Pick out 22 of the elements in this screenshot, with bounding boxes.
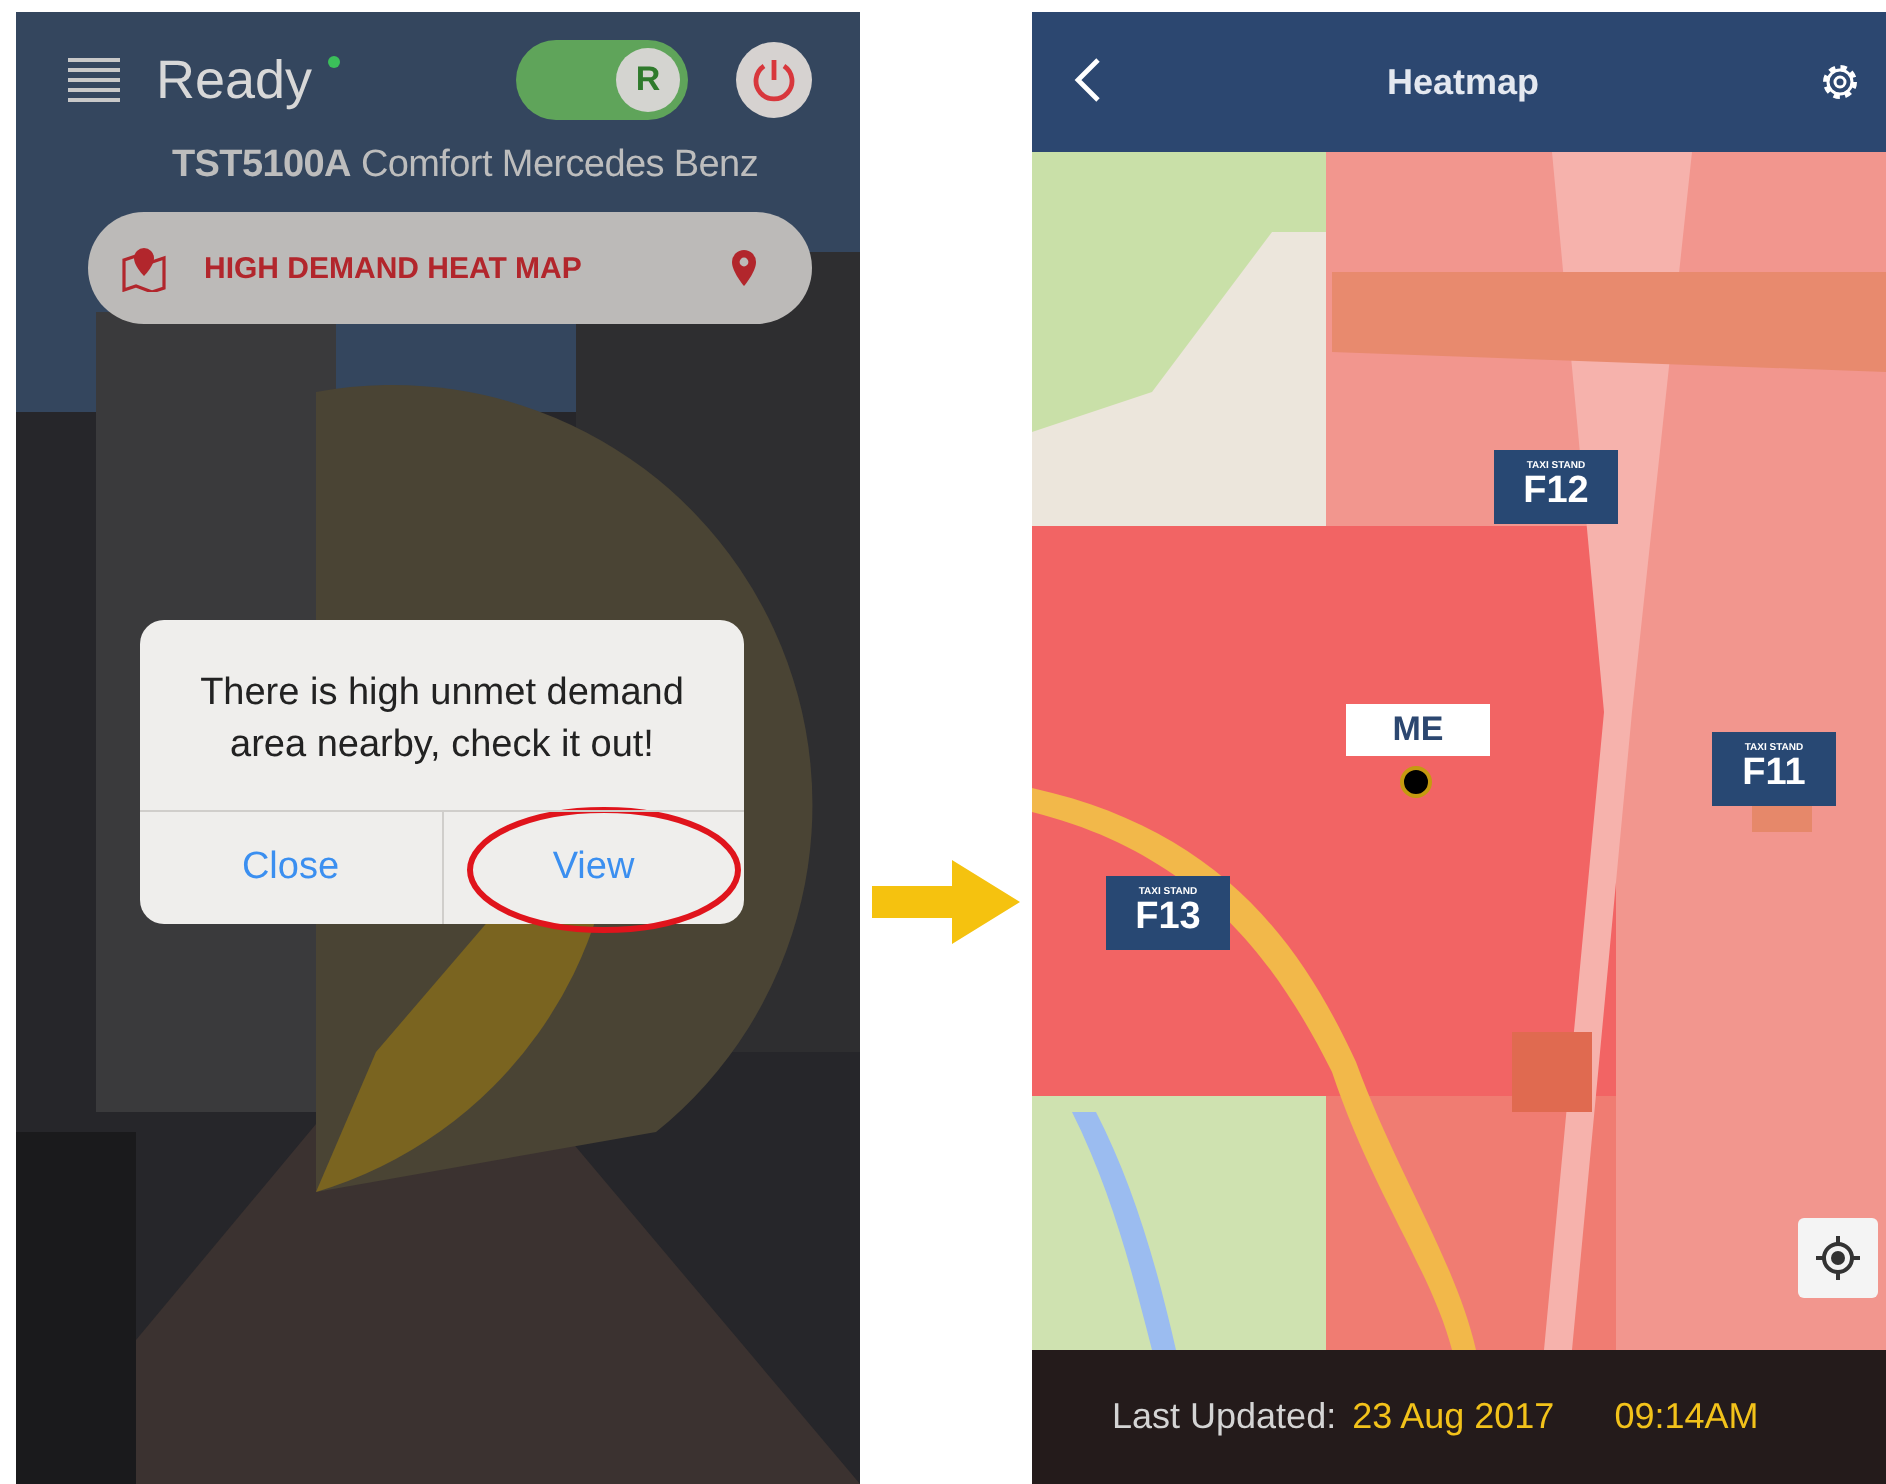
heatmap-button[interactable]: HIGH DEMAND HEAT MAP [88,212,812,324]
locate-button[interactable] [1798,1218,1878,1298]
screen-title: Heatmap [1384,61,1542,103]
arrow-icon [872,860,1020,944]
locate-icon [1816,1236,1860,1280]
me-label: ME [1346,704,1490,756]
map-pin-icon [120,244,168,292]
alert-message: There is high unmet demand area nearby, check it out! [198,670,686,770]
settings-button[interactable] [1818,60,1862,104]
location-pin-icon [732,250,756,286]
alert-button[interactable]: Close [140,812,441,925]
vehicle-label: TST5100A Comfort Mercedes Benz [172,144,761,188]
updated-date: 23 Aug 2017 [1352,1396,1555,1438]
last-updated-label: Last Updated: [1112,1396,1337,1438]
power-icon [750,56,798,104]
updated-time: 09:14AM [1614,1396,1759,1438]
alert-button[interactable]: View [441,812,744,925]
settings-icon [1818,60,1862,104]
mode-toggle[interactable]: R [516,40,688,120]
status-label: Ready [156,49,313,111]
back-icon [1074,56,1102,104]
menu-icon[interactable] [68,56,120,104]
